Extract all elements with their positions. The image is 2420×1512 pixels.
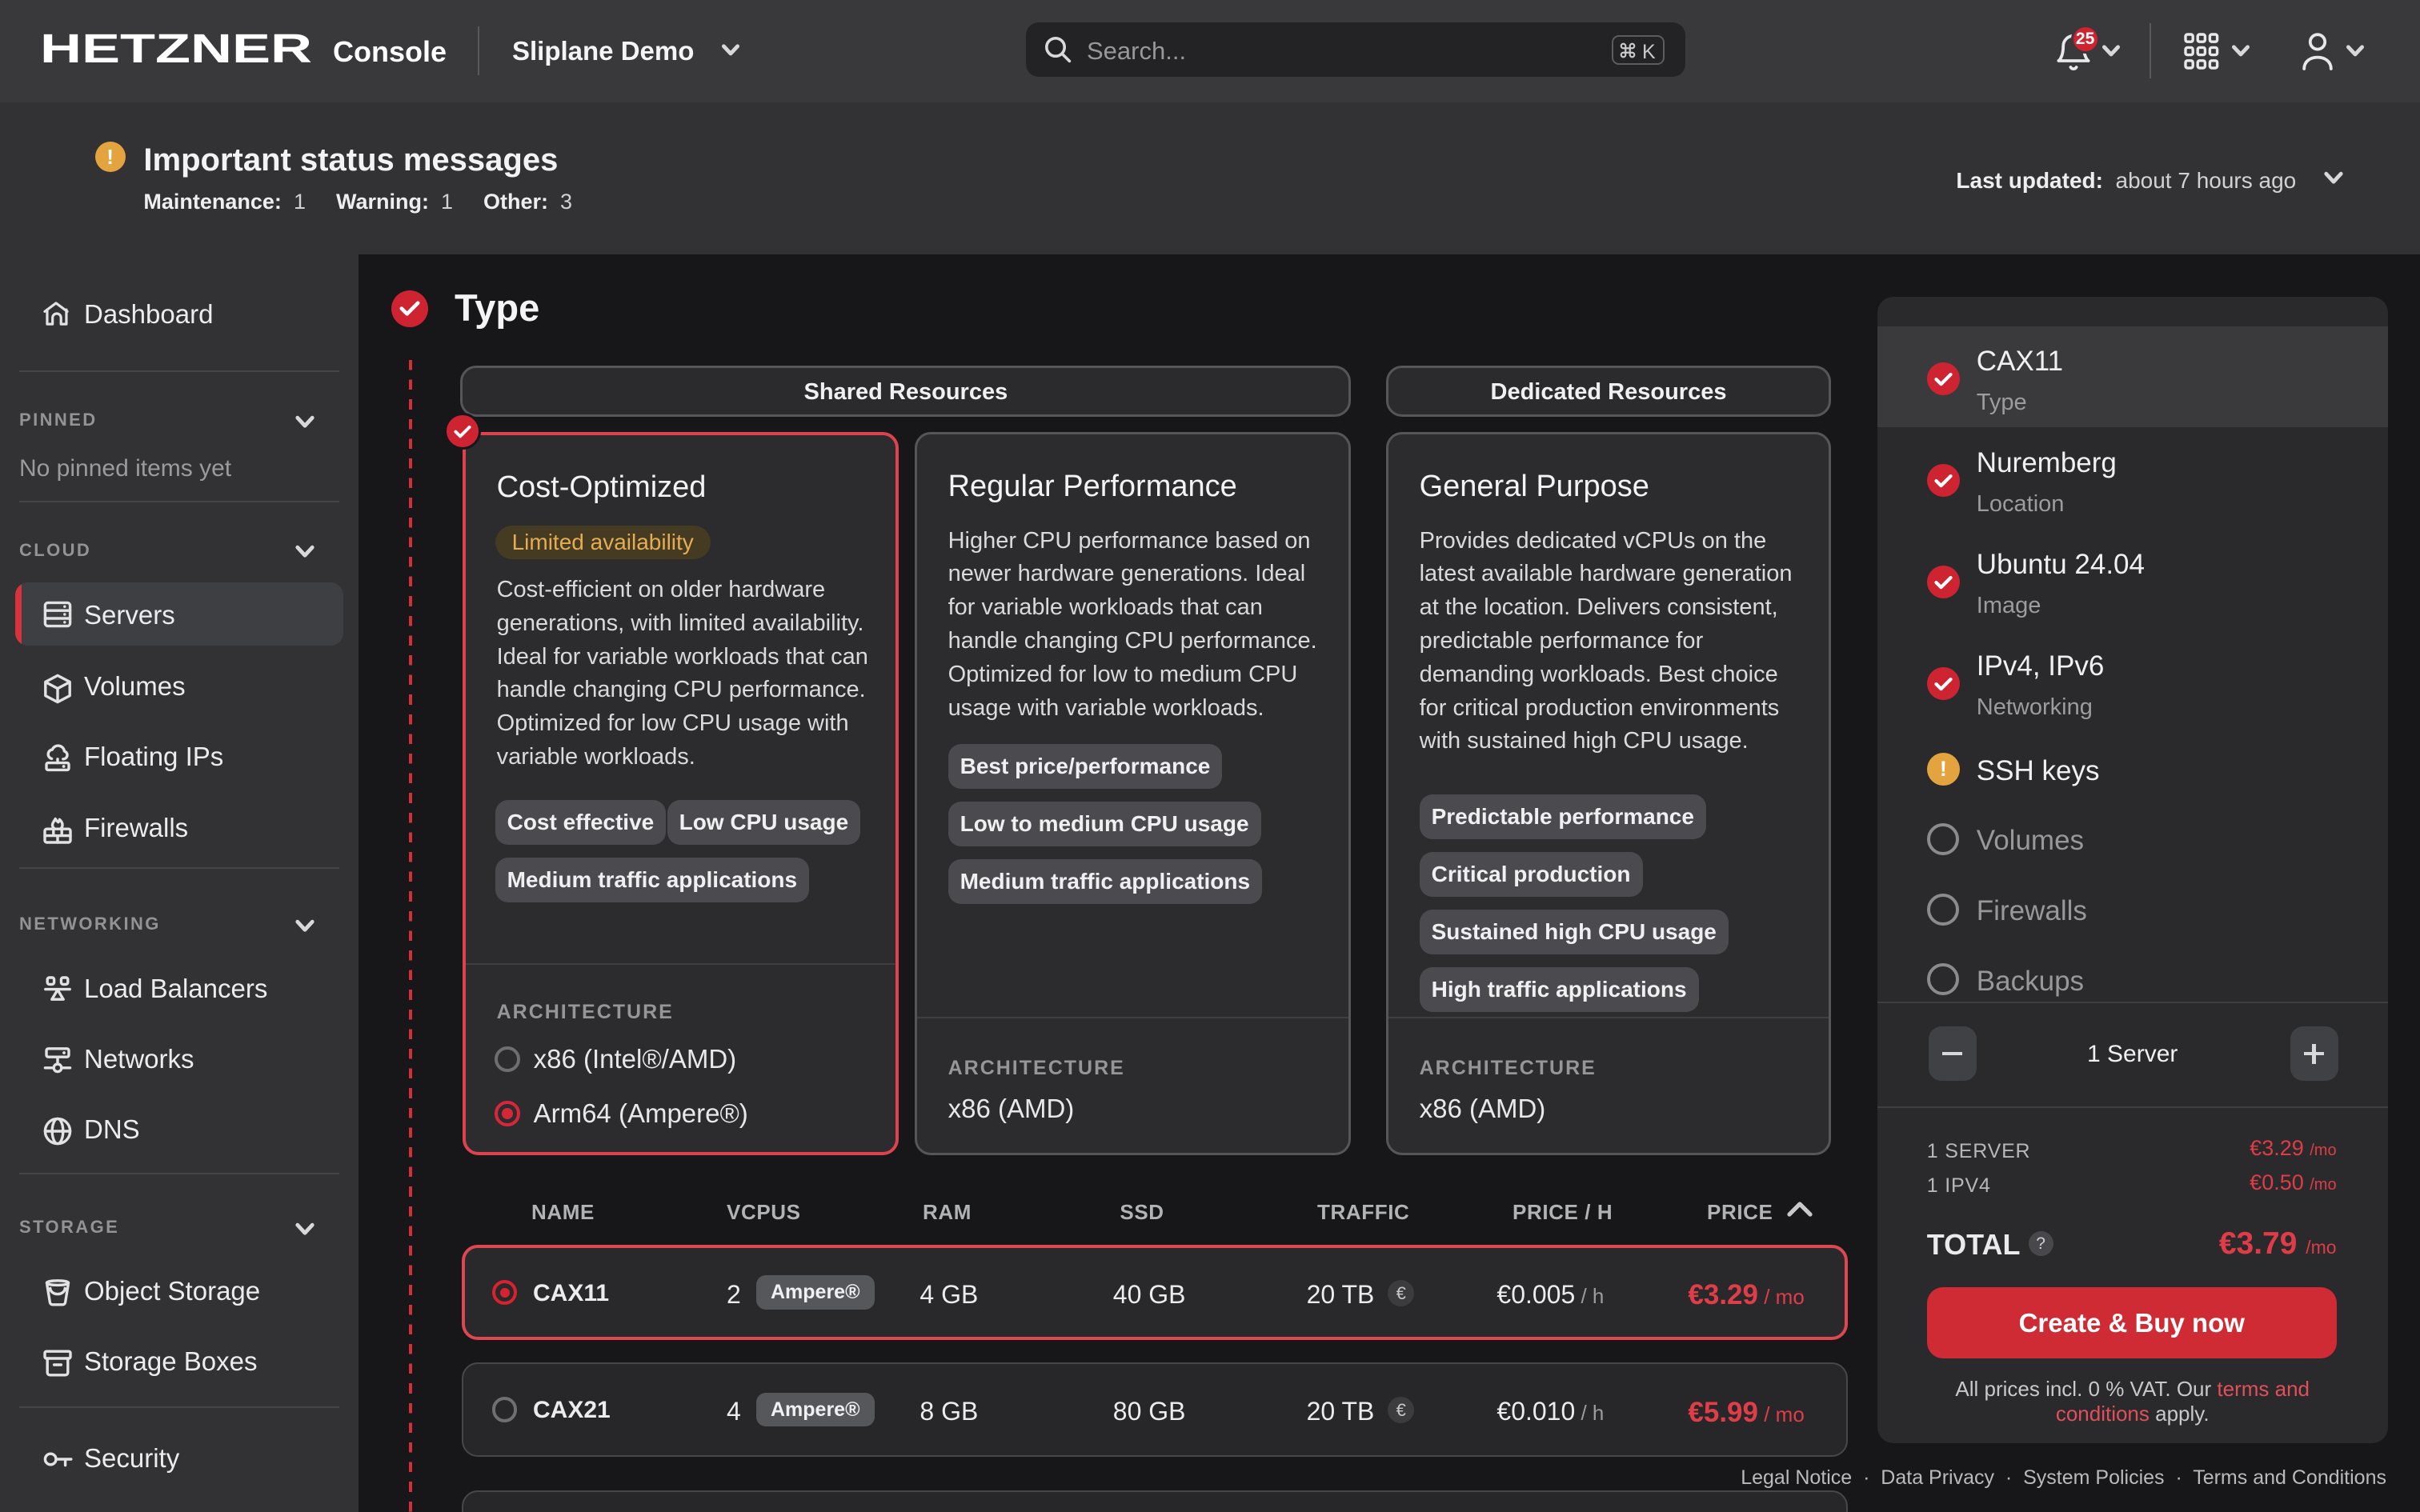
svg-text:HETZNER: HETZNER <box>40 26 312 70</box>
